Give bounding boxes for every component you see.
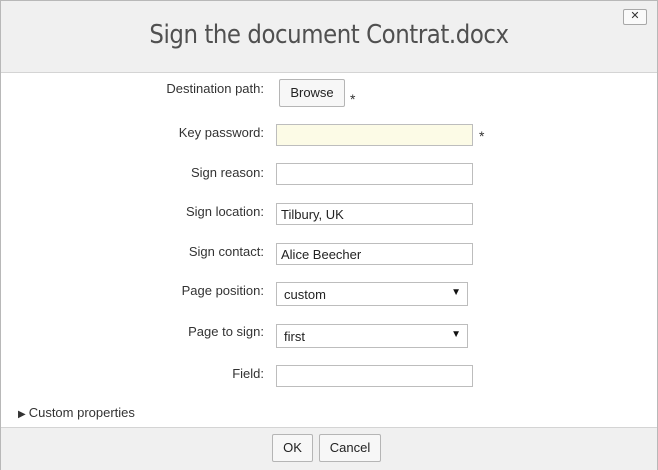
- destination-path-label: Destination path:: [166, 81, 264, 96]
- dropdown-arrow-icon: ▼: [451, 287, 461, 298]
- sign-document-dialog: Sign the document Contrat.docx ✕ Destina…: [0, 0, 658, 470]
- sign-location-input[interactable]: [276, 203, 473, 225]
- close-icon: ✕: [630, 10, 640, 22]
- expand-arrow-icon: ▶: [18, 409, 26, 420]
- page-position-label: Page position:: [181, 283, 264, 298]
- field-input[interactable]: [276, 365, 473, 387]
- sign-contact-input[interactable]: [276, 243, 473, 265]
- cancel-button[interactable]: Cancel: [319, 434, 381, 462]
- ok-button[interactable]: OK: [272, 434, 313, 462]
- sign-contact-label: Sign contact:: [188, 244, 264, 259]
- page-to-sign-value: first: [284, 329, 305, 344]
- required-mark: *: [479, 128, 485, 144]
- sign-reason-label: Sign reason:: [191, 165, 264, 180]
- page-to-sign-select[interactable]: first ▼: [276, 324, 468, 348]
- dialog-title: Sign the document Contrat.docx: [149, 20, 509, 50]
- dialog-header: Sign the document Contrat.docx ✕: [1, 1, 657, 73]
- browse-button[interactable]: Browse: [279, 79, 345, 107]
- key-password-input[interactable]: [276, 124, 473, 146]
- custom-properties-toggle[interactable]: ▶ Custom properties: [18, 405, 135, 420]
- sign-reason-input[interactable]: [276, 163, 473, 185]
- page-position-select[interactable]: custom ▼: [276, 282, 468, 306]
- custom-properties-label: Custom properties: [28, 405, 135, 420]
- dialog-footer: OK Cancel: [1, 427, 657, 470]
- field-label: Field:: [232, 366, 264, 381]
- required-mark: *: [350, 91, 356, 107]
- key-password-label: Key password:: [178, 125, 264, 140]
- page-to-sign-label: Page to sign:: [188, 324, 264, 339]
- close-button[interactable]: ✕: [623, 9, 647, 25]
- page-position-value: custom: [284, 287, 326, 302]
- dropdown-arrow-icon: ▼: [451, 329, 461, 340]
- sign-location-label: Sign location:: [185, 204, 264, 219]
